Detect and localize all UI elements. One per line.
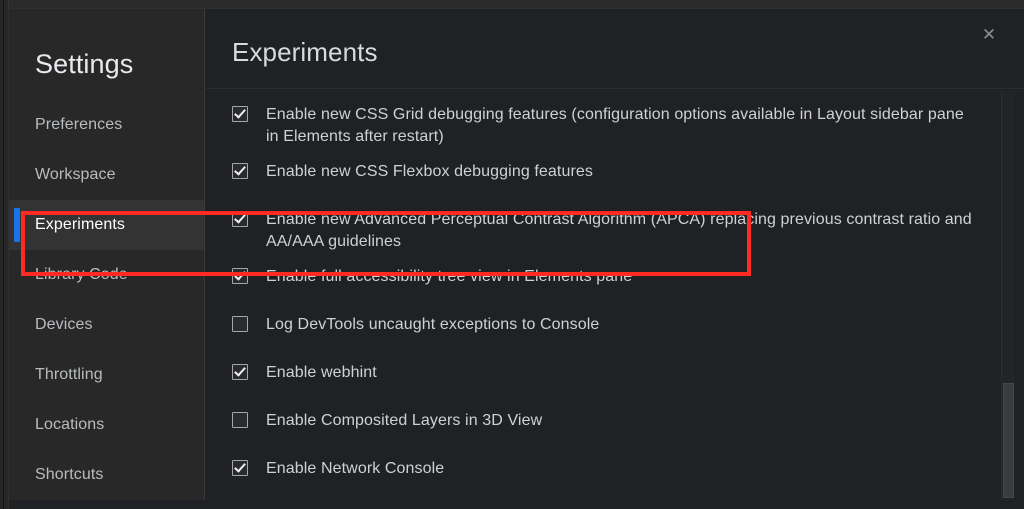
experiment-label: Enable webhint xyxy=(266,364,377,381)
experiment-row-inner: Log DevTools uncaught exceptions to Cons… xyxy=(232,301,599,336)
experiment-row[interactable]: Enable new CSS Flexbox debugging feature… xyxy=(206,148,1024,196)
experiment-label: Enable Network Console xyxy=(266,460,445,477)
settings-sidebar: Settings Preferences Workspace Experiments… xyxy=(9,9,205,500)
sidebar-item-workspace[interactable]: Workspace xyxy=(9,150,204,200)
vertical-scrollbar[interactable] xyxy=(1001,91,1015,500)
sidebar-item-label: Shortcuts xyxy=(35,466,104,483)
experiment-row[interactable]: Enable new CSS Grid debugging features (… xyxy=(206,91,1024,148)
experiment-row-inner: Enable full accessibility tree view in E… xyxy=(232,253,632,288)
window-top-edge xyxy=(0,0,1024,9)
checkbox-checked-icon[interactable] xyxy=(232,163,248,179)
experiment-row-inner: Enable webhint xyxy=(232,349,377,384)
sidebar-item-shortcuts[interactable]: Shortcuts xyxy=(9,450,204,500)
sidebar-item-label: Library Code xyxy=(35,266,128,283)
sidebar-item-devices[interactable]: Devices xyxy=(9,300,204,350)
sidebar-item-label: Locations xyxy=(35,416,105,433)
experiment-label: Enable Composited Layers in 3D View xyxy=(266,412,543,429)
header-divider xyxy=(206,88,1024,89)
sidebar-nav-list: Preferences Workspace Experiments Library C… xyxy=(9,100,204,500)
vertical-scrollbar-thumb[interactable] xyxy=(1003,383,1014,498)
checkbox-unchecked-icon[interactable] xyxy=(232,316,248,332)
checkbox-unchecked-icon[interactable] xyxy=(232,412,248,428)
settings-content-panel: Experiments ✕ Enable new CSS Grid debugg… xyxy=(206,9,1024,509)
experiment-row[interactable]: Enable new Advanced Perceptual Contrast … xyxy=(206,196,1024,253)
sidebar-item-label: Workspace xyxy=(35,166,116,183)
sidebar-item-label: Throttling xyxy=(35,366,103,383)
experiment-row[interactable]: Enable full accessibility tree view in E… xyxy=(206,253,1024,301)
sidebar-selection-indicator xyxy=(14,208,20,242)
sidebar-item-throttling[interactable]: Throttling xyxy=(9,350,204,400)
sidebar-item-label: Preferences xyxy=(35,116,123,133)
experiment-row-inner: Enable Network Console xyxy=(232,445,444,480)
experiment-row[interactable]: Enable webhint xyxy=(206,349,1024,397)
experiment-label: Log DevTools uncaught exceptions to Cons… xyxy=(266,316,600,333)
sidebar-item-experiments[interactable]: Experiments xyxy=(9,200,204,250)
experiment-label: Enable full accessibility tree view in E… xyxy=(266,268,633,285)
sidebar-item-label: Devices xyxy=(35,316,93,333)
experiment-row-inner: Enable new CSS Flexbox debugging feature… xyxy=(232,148,593,183)
settings-dialog: Settings Preferences Workspace Experiments… xyxy=(9,9,1024,509)
close-icon[interactable]: ✕ xyxy=(976,21,1002,47)
screen: Settings Preferences Workspace Experiments… xyxy=(0,0,1024,509)
experiments-list: Enable new CSS Grid debugging features (… xyxy=(206,91,1024,509)
content-header: Experiments ✕ xyxy=(206,9,1024,89)
settings-title: Settings xyxy=(35,49,134,79)
experiment-row-inner: Enable new CSS Grid debugging features (… xyxy=(232,91,978,148)
checkbox-checked-icon[interactable] xyxy=(232,268,248,284)
experiment-row[interactable]: Enable Network Console xyxy=(206,445,1024,493)
experiment-label: Enable new CSS Grid debugging features (… xyxy=(266,106,964,145)
experiment-row[interactable]: Enable Composited Layers in 3D View xyxy=(206,397,1024,445)
checkbox-checked-icon[interactable] xyxy=(232,364,248,380)
sidebar-item-label: Experiments xyxy=(35,216,126,233)
page-title: Experiments xyxy=(232,37,378,67)
window-left-edge xyxy=(0,0,9,509)
experiment-row-inner: Enable new Advanced Perceptual Contrast … xyxy=(232,196,978,253)
experiment-label: Enable new CSS Flexbox debugging feature… xyxy=(266,163,593,180)
checkbox-checked-icon[interactable] xyxy=(232,460,248,476)
sidebar-item-preferences[interactable]: Preferences xyxy=(9,100,204,150)
experiment-row-inner: Enable Composited Layers in 3D View xyxy=(232,397,542,432)
checkbox-checked-icon[interactable] xyxy=(232,211,248,227)
checkbox-checked-icon[interactable] xyxy=(232,106,248,122)
experiment-label: Enable new Advanced Perceptual Contrast … xyxy=(266,211,972,250)
sidebar-item-locations[interactable]: Locations xyxy=(9,400,204,450)
experiment-row[interactable]: Log DevTools uncaught exceptions to Cons… xyxy=(206,301,1024,349)
sidebar-item-library-code[interactable]: Library Code xyxy=(9,250,204,300)
